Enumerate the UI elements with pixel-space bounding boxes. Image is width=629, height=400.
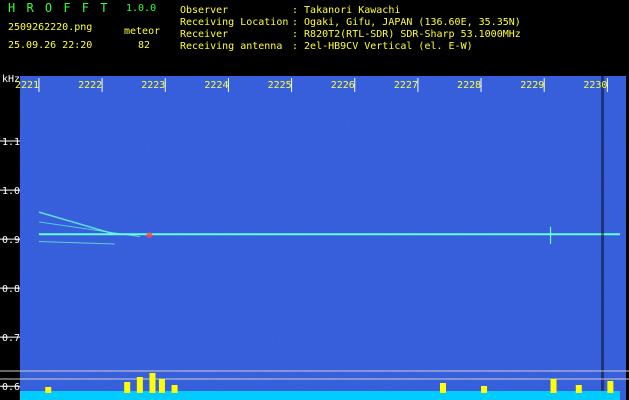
hroft-spectrogram-screen: H R O F F T 1.0.0 2509262220.png meteor …: [0, 0, 629, 400]
x-axis-tick-label: 2222: [78, 80, 102, 91]
x-axis-tick-label: 2227: [394, 80, 418, 91]
signal-spike: [158, 379, 165, 393]
signal-spike: [440, 383, 446, 393]
dropout-bar: [601, 76, 605, 398]
x-axis-tick-label: 2229: [520, 80, 544, 91]
y-axis-tick-label: 1.1: [2, 137, 20, 148]
x-axis-tick-label: 2223: [141, 80, 165, 91]
signal-spike: [575, 385, 582, 393]
y-axis: 1.1 1.0 0.9 0.8 0.7 0.6: [0, 137, 20, 393]
y-axis-tick-label: 0.7: [2, 333, 20, 344]
spectrogram-plot-area: [0, 76, 629, 400]
x-axis-tick-label: 2228: [457, 80, 481, 91]
signal-baseline: [20, 391, 620, 400]
signal-spike: [171, 385, 178, 393]
signal-spike: [45, 387, 52, 393]
signal-spike: [124, 382, 131, 393]
signal-spike: [481, 386, 488, 393]
signal-spike: [550, 379, 557, 393]
signal-spike: [149, 373, 156, 393]
y-axis-tick-label: 1.0: [2, 186, 20, 197]
spectrogram-chart: 1.1 1.0 0.9 0.8 0.7 0.6 2221 2222 2223 2224 2225 2…: [0, 76, 629, 400]
x-axis-tick-label: 2221: [15, 80, 39, 91]
y-axis-tick-label: 0.9: [2, 235, 20, 246]
signal-spike: [607, 381, 614, 393]
meteor-head-echo: [146, 232, 153, 239]
signal-spike: [136, 377, 143, 393]
y-axis-tick-label: 0.8: [2, 284, 20, 295]
x-axis-tick-label: 2226: [331, 80, 355, 91]
y-axis-tick-label: 0.6: [2, 382, 20, 393]
x-axis-tick-label: 2225: [268, 80, 292, 91]
x-axis-tick-label: 2224: [204, 80, 228, 91]
spectrogram-noise: [20, 76, 626, 400]
x-axis-tick-label: 2230: [583, 80, 607, 91]
